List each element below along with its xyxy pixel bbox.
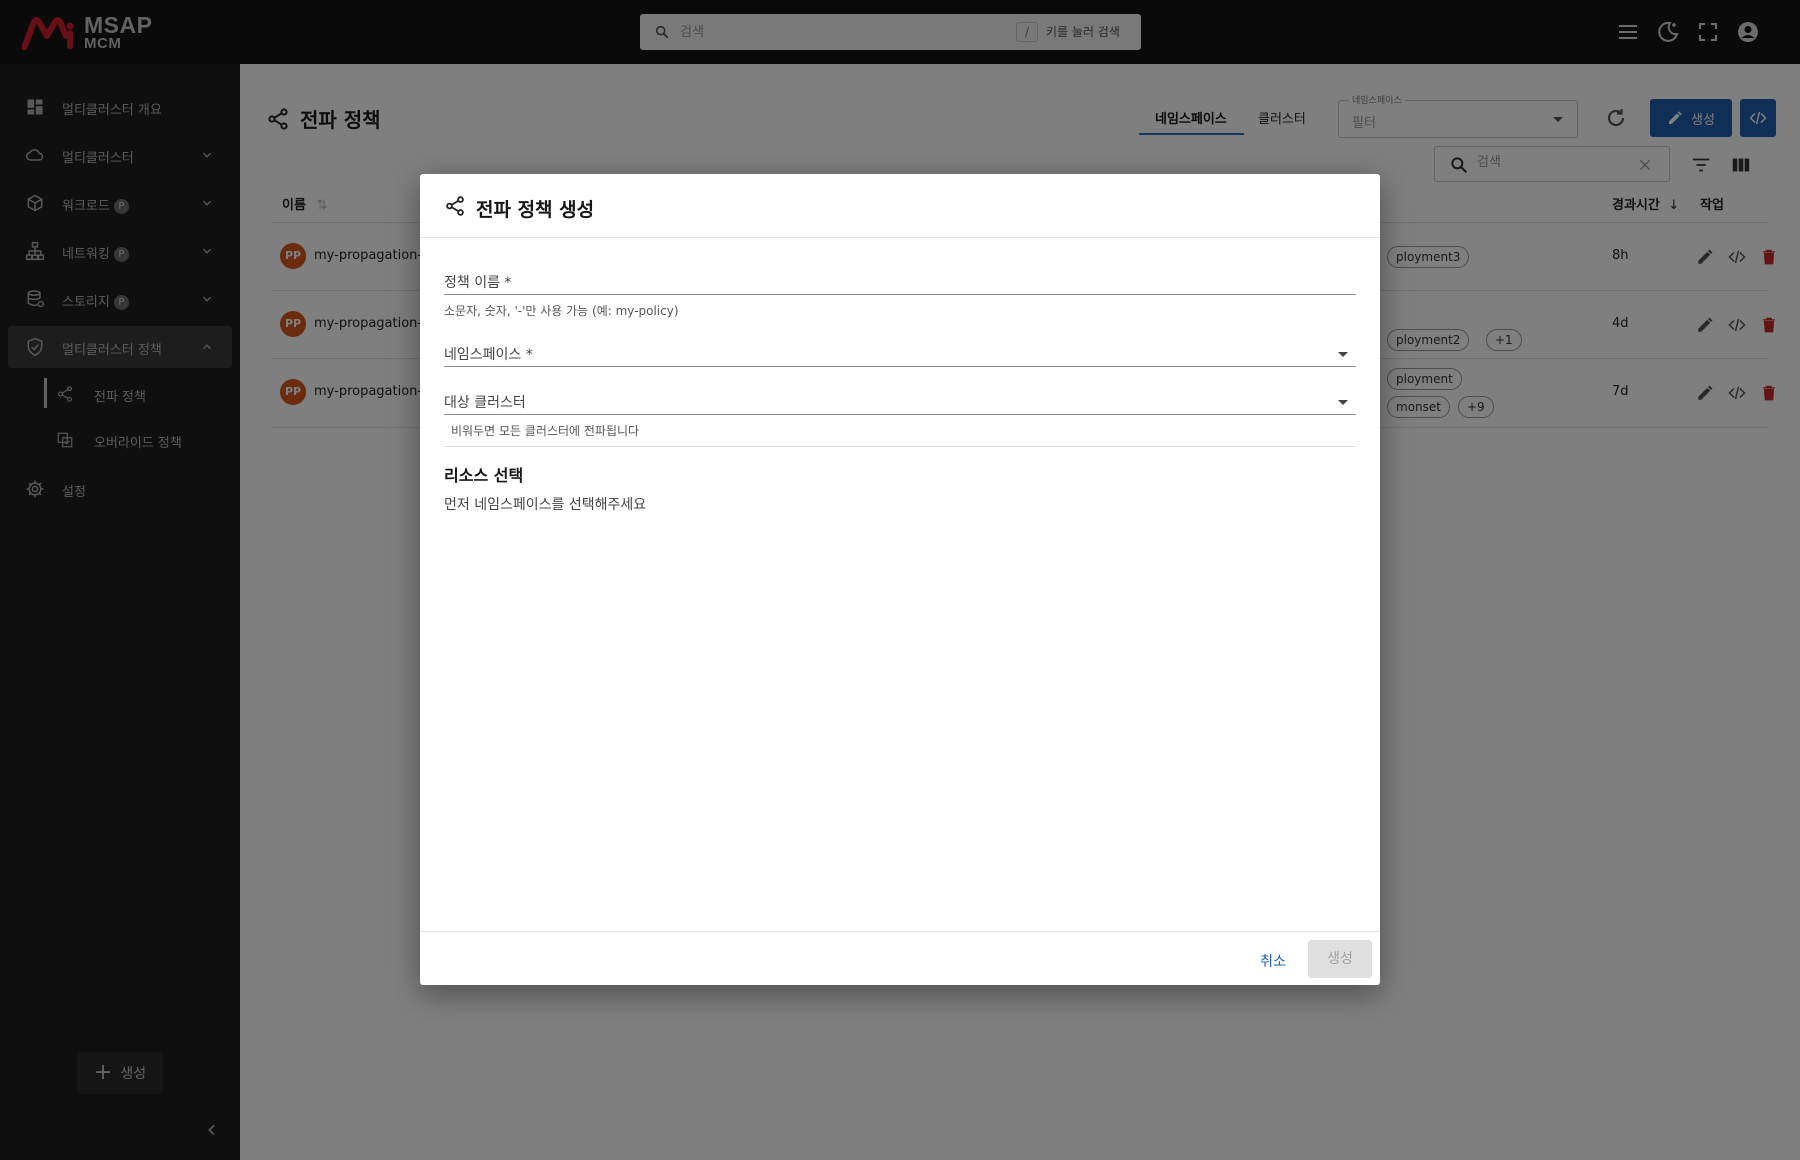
namespace-label: 네임스페이스 * xyxy=(444,347,533,363)
create-propagation-policy-dialog: 전파 정책 생성 정책 이름 * 소문자, 숫자, '-'만 사용 가능 (예:… xyxy=(420,174,1380,985)
dialog-header: 전파 정책 생성 xyxy=(420,174,1380,238)
resource-section-title: 리소스 선택 xyxy=(444,466,524,485)
field-underline xyxy=(444,414,1356,415)
share-icon xyxy=(446,196,464,216)
dialog-footer: 취소 생성 xyxy=(420,931,1380,985)
dropdown-arrow-icon xyxy=(1338,400,1348,405)
resource-section-message: 먼저 네임스페이스를 선택해주세요 xyxy=(444,497,647,513)
section-divider xyxy=(444,446,1356,447)
dropdown-arrow-icon xyxy=(1338,352,1348,357)
field-underline xyxy=(444,294,1356,295)
policy-name-label: 정책 이름 * xyxy=(444,275,512,291)
dialog-title: 전파 정책 생성 xyxy=(476,199,595,221)
create-submit-button[interactable]: 생성 xyxy=(1308,940,1372,978)
cancel-button[interactable]: 취소 xyxy=(1246,944,1300,980)
policy-name-field[interactable]: 정책 이름 * xyxy=(444,272,1356,302)
target-cluster-helper: 비워두면 모든 클러스터에 전파됩니다 xyxy=(451,424,640,438)
target-cluster-select[interactable]: 대상 클러스터 xyxy=(444,392,1356,422)
field-underline xyxy=(444,366,1356,367)
namespace-select[interactable]: 네임스페이스 * xyxy=(444,344,1356,374)
target-cluster-label: 대상 클러스터 xyxy=(444,395,526,411)
policy-name-helper: 소문자, 숫자, '-'만 사용 가능 (예: my-policy) xyxy=(444,304,679,318)
